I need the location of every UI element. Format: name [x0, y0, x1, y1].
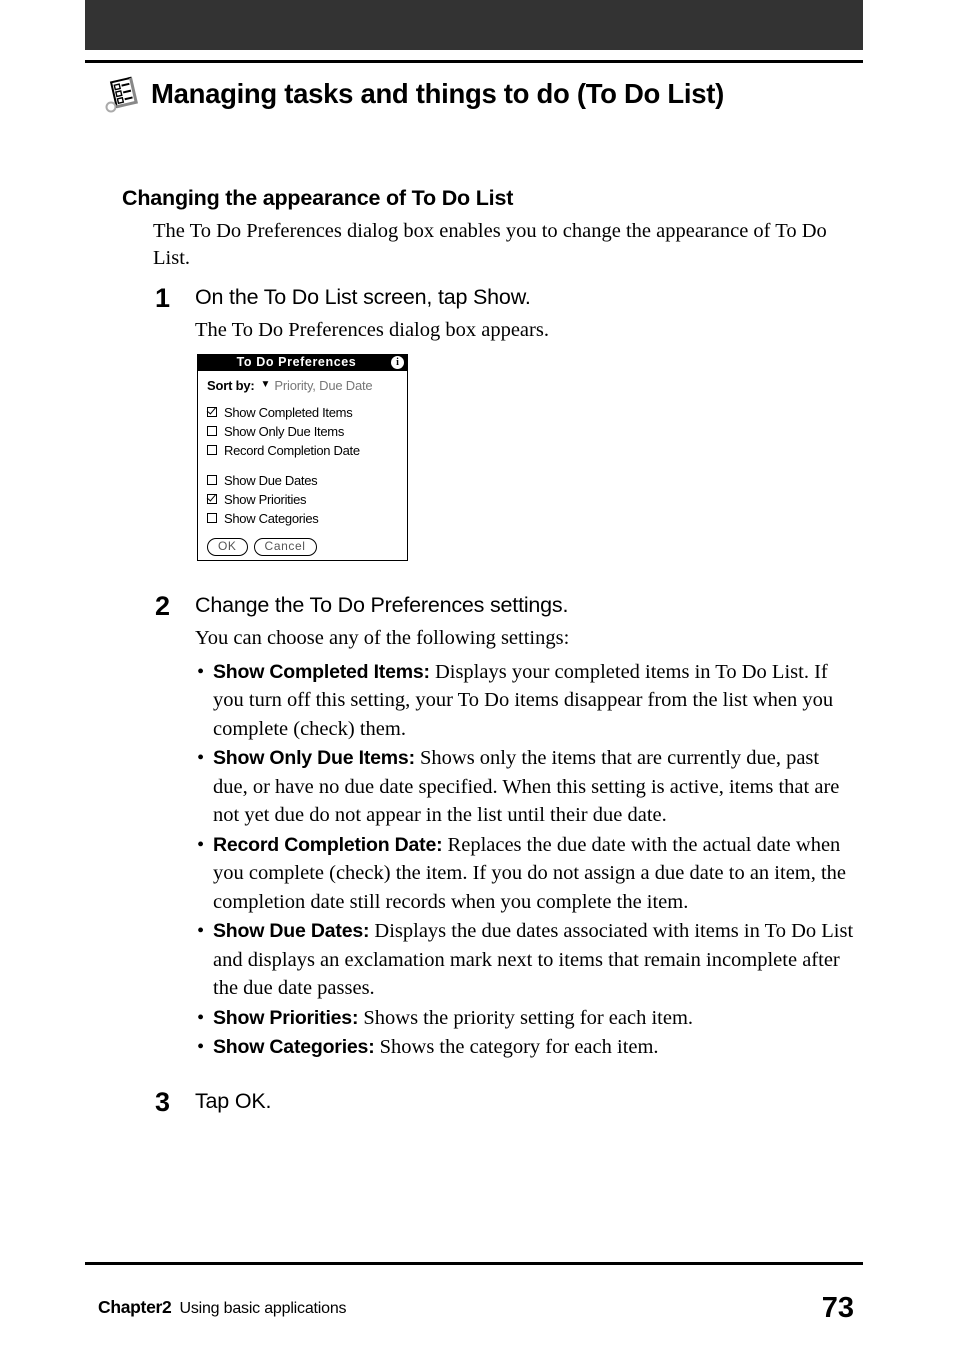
checkbox-label-show-only-due-items: Show Only Due Items	[224, 423, 345, 439]
step-2: 2 Change the To Do Preferences settings.…	[155, 592, 855, 1078]
step-3-number: 3	[155, 1087, 171, 1117]
header-divider-rule	[85, 60, 863, 63]
checkbox-label-show-priorities: Show Priorities	[224, 491, 307, 507]
step-2-subtext: You can choose any of the following sett…	[195, 626, 570, 649]
list-item: Show Categories: Shows the category for …	[195, 1033, 855, 1062]
info-icon[interactable]: i	[391, 356, 404, 369]
checkbox-show-priorities[interactable]	[207, 494, 217, 505]
footer-chapter-description: Using basic applications	[179, 1300, 347, 1317]
dialog-title-bar: To Do Preferences i	[197, 354, 408, 371]
checkbox-row-show-categories[interactable]: Show Categories	[207, 509, 407, 528]
step-3: 3 Tap OK.	[155, 1087, 855, 1117]
checkbox-label-record-completion-date: Record Completion Date	[224, 442, 360, 458]
sort-by-value[interactable]: Priority, Due Date	[274, 378, 372, 394]
page-top-banner	[85, 0, 863, 50]
todo-list-icon	[103, 76, 143, 116]
checkbox-row-show-priorities[interactable]: Show Priorities	[207, 490, 407, 509]
step-1-title: On the To Do List screen, tap Show.	[195, 285, 531, 309]
checkbox-show-due-dates[interactable]	[207, 475, 217, 486]
bullet-term: Show Priorities:	[213, 1006, 359, 1029]
chevron-down-icon[interactable]: ▼	[261, 379, 271, 390]
checkbox-label-show-due-dates: Show Due Dates	[224, 472, 318, 488]
checkbox-show-completed-items[interactable]	[207, 407, 217, 418]
step-2-title: Change the To Do Preferences settings.	[195, 593, 569, 617]
checkbox-row-show-only-due-items[interactable]: Show Only Due Items	[207, 422, 407, 441]
bullet-description: Shows the priority setting for each item…	[358, 1006, 694, 1029]
checkbox-show-only-due-items[interactable]	[207, 426, 217, 437]
step-3-title: Tap OK.	[195, 1089, 272, 1113]
footer-chapter-label: Chapter2	[98, 1297, 172, 1317]
ok-button[interactable]: OK	[207, 537, 248, 556]
bullet-term: Show Only Due Items:	[213, 747, 415, 770]
checkbox-row-show-due-dates[interactable]: Show Due Dates	[207, 471, 407, 490]
checkbox-record-completion-date[interactable]	[207, 445, 217, 456]
bullet-term: Record Completion Date:	[213, 833, 443, 856]
checkbox-show-categories[interactable]	[207, 513, 217, 524]
bullet-term: Show Due Dates:	[213, 920, 370, 943]
todo-preferences-dialog-screenshot: To Do Preferences i Sort by: ▼ Priority,…	[197, 354, 409, 561]
bullet-term: Show Categories:	[213, 1036, 375, 1059]
sort-by-label: Sort by:	[207, 378, 255, 393]
checkbox-label-show-completed-items: Show Completed Items	[224, 404, 353, 420]
step-1-number: 1	[155, 283, 171, 313]
dialog-button-row: OK Cancel	[198, 528, 407, 556]
bullet-term: Show Completed Items:	[213, 660, 430, 683]
footer-divider-rule	[85, 1262, 863, 1265]
chapter-title-row: Managing tasks and things to do (To Do L…	[103, 74, 724, 114]
checkbox-row-record-completion-date[interactable]: Record Completion Date	[207, 441, 407, 460]
dialog-title: To Do Preferences	[236, 355, 357, 370]
page-number: 73	[821, 1292, 854, 1324]
footer-left-group: Chapter2 Using basic applications	[98, 1297, 347, 1318]
page-title: Managing tasks and things to do (To Do L…	[151, 78, 724, 110]
step-3-body: Tap OK.	[195, 1088, 855, 1116]
dialog-body: Sort by: ▼ Priority, Due Date Show Compl…	[197, 371, 408, 561]
dialog-checkbox-group-2: Show Due Dates Show Priorities Show Cate…	[198, 471, 407, 528]
bullet-description: Shows the category for each item.	[374, 1036, 659, 1059]
checkbox-label-show-categories: Show Categories	[224, 510, 319, 526]
step-1: 1 On the To Do List screen, tap Show. Th…	[155, 284, 855, 344]
section-heading: Changing the appearance of To Do List	[122, 186, 514, 210]
settings-bullet-list: Show Completed Items: Displays your comp…	[195, 658, 855, 1062]
list-item: Record Completion Date: Replaces the due…	[195, 831, 855, 917]
list-item: Show Completed Items: Displays your comp…	[195, 658, 855, 744]
sort-by-row[interactable]: Sort by: ▼ Priority, Due Date	[198, 376, 407, 394]
list-item: Show Only Due Items: Shows only the item…	[195, 744, 855, 830]
cancel-button[interactable]: Cancel	[253, 537, 317, 556]
section-intro-paragraph: The To Do Preferences dialog box enables…	[153, 220, 827, 269]
dialog-checkbox-group-1: Show Completed Items Show Only Due Items…	[198, 403, 407, 460]
list-item: Show Priorities: Shows the priority sett…	[195, 1004, 855, 1033]
step-1-subtext: The To Do Preferences dialog box appears…	[195, 318, 549, 341]
list-item: Show Due Dates: Displays the due dates a…	[195, 917, 855, 1003]
step-2-number: 2	[155, 591, 171, 621]
checkbox-row-show-completed-items[interactable]: Show Completed Items	[207, 403, 407, 422]
step-1-body: On the To Do List screen, tap Show. The …	[195, 284, 855, 344]
step-2-body: Change the To Do Preferences settings. Y…	[195, 592, 855, 1078]
page-footer: Chapter2 Using basic applications 73	[98, 1288, 854, 1324]
